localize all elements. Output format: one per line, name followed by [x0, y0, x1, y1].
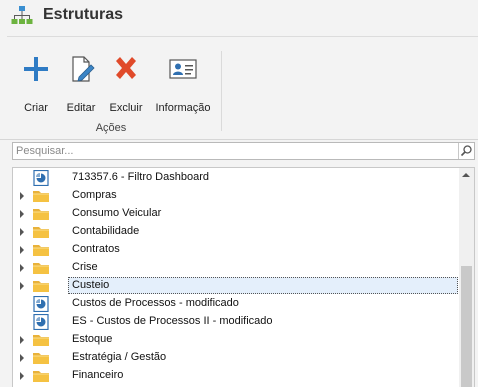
tree-row[interactable]: Custos de Processos - modificado [13, 295, 460, 313]
tree-row-label: Compras [72, 189, 117, 201]
tree-row-label: Crise [72, 261, 98, 273]
tree-row[interactable]: ES - Custos de Processos II - modificado [13, 313, 460, 331]
delete-x-icon [116, 57, 136, 79]
expand-arrow-icon[interactable] [20, 228, 24, 236]
folder-icon [32, 278, 50, 294]
edit-button[interactable]: Editar [62, 51, 100, 114]
expand-arrow-icon[interactable] [20, 282, 24, 290]
edit-button-label: Editar [66, 102, 96, 114]
tree-row[interactable]: Contratos [13, 241, 460, 259]
expand-arrow-icon[interactable] [20, 336, 24, 344]
page-title: Estruturas [43, 6, 124, 23]
ribbon: Criar Editar Excluir Informação Ações [0, 37, 478, 139]
tree-row-label: ES - Custos de Processos II - modificado [72, 315, 273, 327]
ribbon-group-label: Ações [95, 122, 127, 134]
expand-arrow-icon[interactable] [20, 354, 24, 362]
create-button[interactable]: Criar [18, 51, 54, 114]
scroll-up-arrow-icon[interactable] [462, 173, 470, 177]
search-button[interactable] [458, 143, 474, 159]
tree-row[interactable]: Estratégia / Gestão [13, 349, 460, 367]
expand-arrow-icon[interactable] [20, 372, 24, 380]
search-input[interactable] [16, 144, 456, 158]
expand-arrow-icon[interactable] [20, 246, 24, 254]
scrollbar-thumb[interactable] [461, 266, 472, 387]
edit-document-icon [72, 56, 95, 82]
selection-highlight [68, 277, 458, 294]
tree-row[interactable]: Custeio [13, 277, 460, 295]
tree-row-label: 713357.6 - Filtro Dashboard [72, 171, 209, 183]
folder-icon [32, 260, 50, 276]
info-button[interactable]: Informação [153, 51, 213, 114]
folder-icon [32, 332, 50, 348]
folder-icon [32, 188, 50, 204]
folder-icon [32, 368, 50, 384]
tree-row[interactable]: Contabilidade [13, 223, 460, 241]
vertical-scrollbar[interactable] [459, 168, 474, 387]
ribbon-separator [221, 51, 222, 131]
expand-arrow-icon[interactable] [20, 210, 24, 218]
delete-button-label: Excluir [109, 102, 143, 114]
search-icon [460, 145, 472, 157]
tree-row[interactable]: Estoque [13, 331, 460, 349]
report-chart-icon [32, 169, 50, 187]
create-button-label: Criar [24, 102, 48, 114]
expand-arrow-icon[interactable] [20, 264, 24, 272]
tree-row-label: Consumo Veicular [72, 207, 162, 219]
tree-row[interactable]: Compras [13, 187, 460, 205]
tree-row-label: Custeio [72, 279, 110, 291]
info-button-label: Informação [155, 102, 211, 114]
plus-icon [24, 57, 48, 81]
expand-arrow-icon[interactable] [20, 192, 24, 200]
tree-row-label: Contabilidade [72, 225, 140, 237]
tree-row[interactable]: Crise [13, 259, 460, 277]
tree-row[interactable]: Consumo Veicular [13, 205, 460, 223]
header: Estruturas [0, 0, 478, 36]
contact-card-icon [169, 59, 197, 79]
tree-row-label: Custos de Processos - modificado [72, 297, 239, 309]
ribbon-divider [0, 139, 478, 140]
tree-row[interactable]: 713357.6 - Filtro Dashboard [13, 169, 460, 187]
tree-view: 713357.6 - Filtro Dashboard Compras Consum… [12, 167, 475, 387]
delete-button[interactable]: Excluir [106, 51, 146, 114]
report-chart-icon [32, 295, 50, 313]
hierarchy-icon [11, 6, 33, 24]
folder-icon [32, 350, 50, 366]
folder-icon [32, 224, 50, 240]
report-chart-icon [32, 313, 50, 331]
folder-icon [32, 242, 50, 258]
search-box [12, 142, 475, 160]
tree-row-label: Estoque [72, 333, 113, 345]
tree-row-label: Contratos [72, 243, 120, 255]
tree-row[interactable]: Financeiro [13, 367, 460, 385]
tree-row-label: Financeiro [72, 369, 124, 381]
tree-row-label: Estratégia / Gestão [72, 351, 167, 363]
folder-icon [32, 206, 50, 222]
